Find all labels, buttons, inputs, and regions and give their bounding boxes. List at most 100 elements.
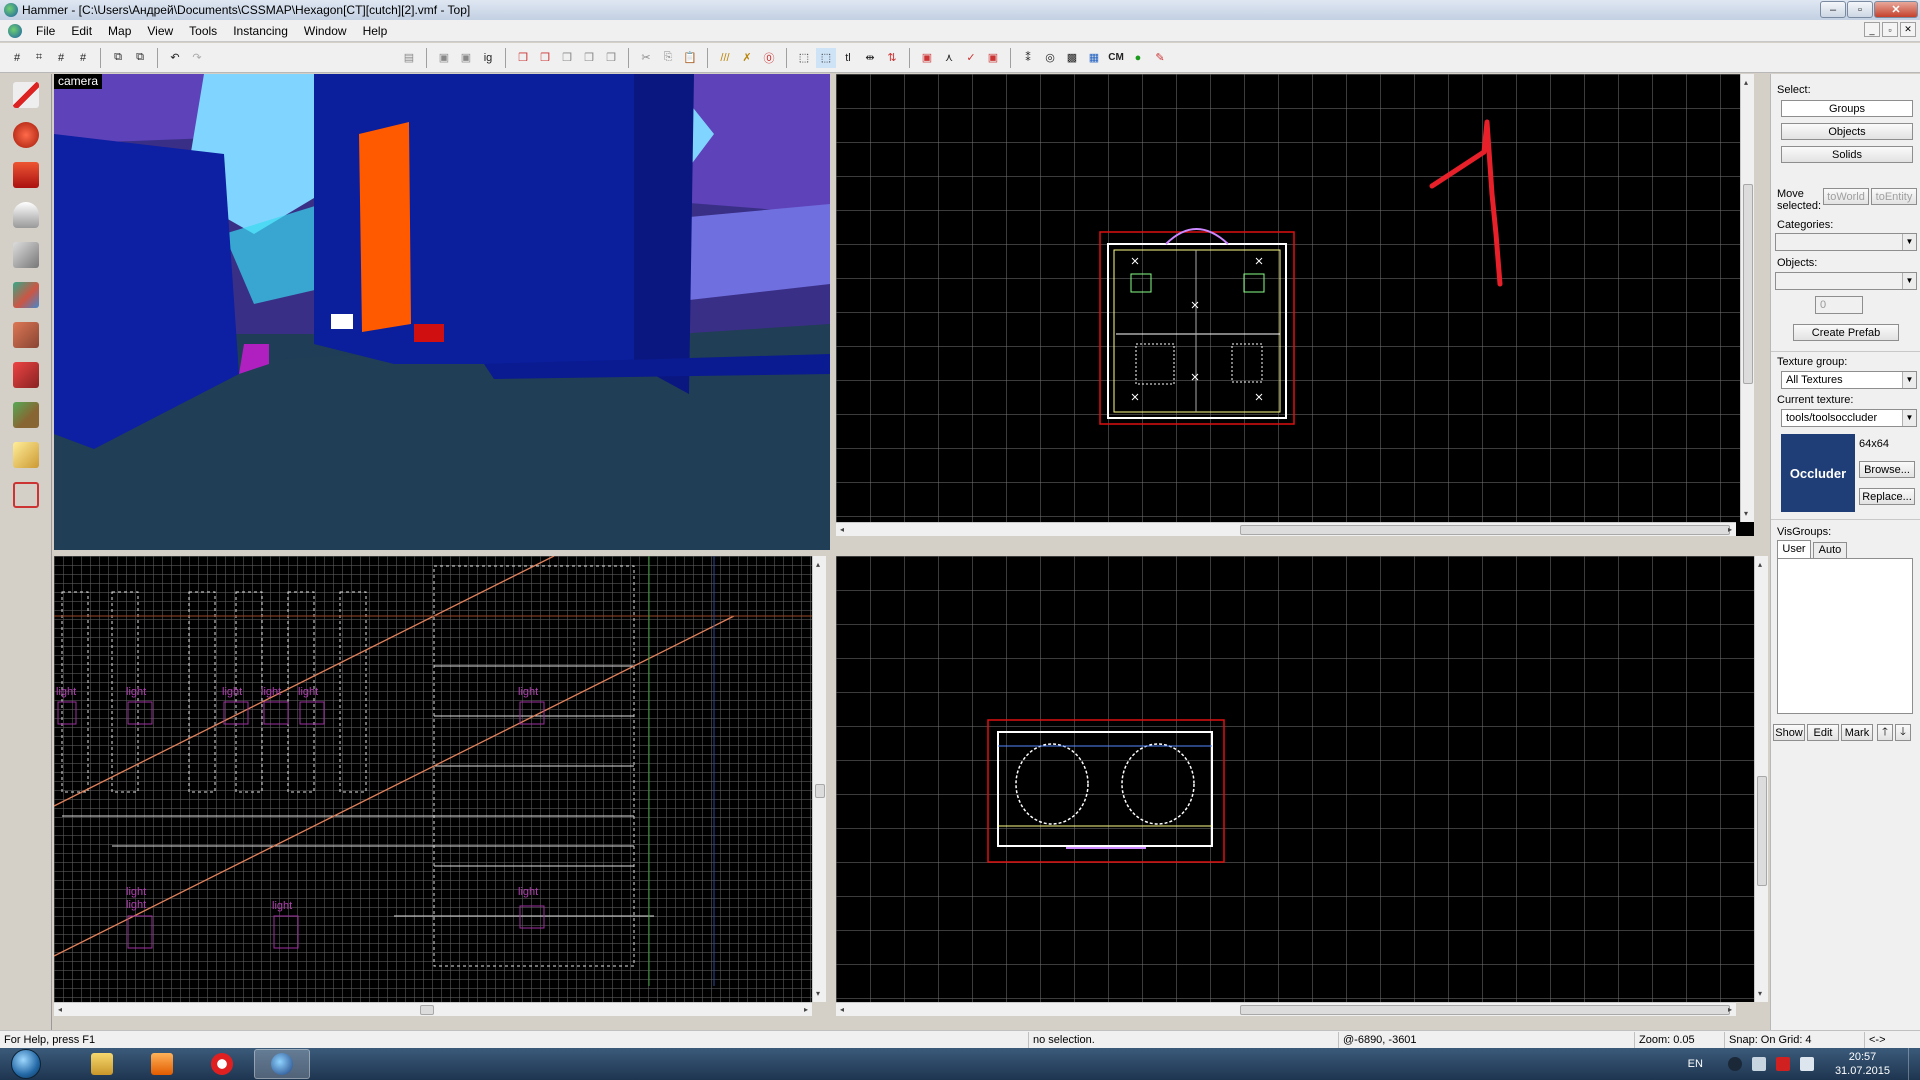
top-viewport[interactable]: ◂ ▸ ▴ ▾	[836, 74, 1754, 536]
ignore-groups-icon[interactable]: ig	[478, 48, 498, 68]
front-horizontal-scrollbar[interactable]: ◂ ▸	[836, 1002, 1736, 1016]
volume-icon[interactable]	[1799, 1057, 1814, 1071]
maximize-button[interactable]: ▫	[1847, 1, 1873, 18]
copy-icon[interactable]: ⎘	[658, 48, 678, 68]
front-viewport[interactable]	[836, 556, 1754, 1002]
select-solids-button[interactable]: Solids	[1781, 146, 1913, 163]
unhide-icon[interactable]: ▣	[456, 48, 476, 68]
document-icon[interactable]	[8, 23, 22, 38]
overlay-tool-icon[interactable]	[6, 396, 46, 434]
side-horizontal-scrollbar[interactable]: ◂ ▸	[54, 1002, 812, 1016]
create-prefab-button[interactable]: Create Prefab	[1793, 324, 1899, 341]
doc-close-button[interactable]: ✕	[1900, 22, 1916, 37]
move-up-icon[interactable]: 🡑	[1877, 724, 1893, 741]
scrollbar-thumb[interactable]	[1743, 184, 1753, 384]
draw-icon[interactable]: ✎	[1150, 48, 1170, 68]
select-box-icon[interactable]: ⬚	[794, 48, 814, 68]
taskbar-hammer[interactable]	[254, 1049, 310, 1079]
entity-tool-icon[interactable]	[6, 196, 46, 234]
entity-report-icon[interactable]: ▣	[917, 48, 937, 68]
visgroups-list[interactable]	[1777, 558, 1913, 714]
magnify-tool-icon[interactable]	[6, 116, 46, 154]
side-vertical-scrollbar[interactable]: ▴ ▾	[812, 556, 826, 1002]
menu-map[interactable]: Map	[100, 21, 139, 41]
cut-icon[interactable]: ✂	[636, 48, 656, 68]
redo-icon[interactable]: ↷	[187, 48, 207, 68]
camera-tool-icon[interactable]	[6, 156, 46, 194]
texture-scale-lock-icon[interactable]: ✗	[737, 48, 757, 68]
scrollbar-thumb[interactable]	[815, 784, 825, 798]
network-icon[interactable]	[1775, 1057, 1790, 1071]
action-center-icon[interactable]	[1751, 1057, 1766, 1071]
close-button[interactable]: ✕	[1874, 1, 1918, 18]
cubemap-icon[interactable]: ▦	[1084, 48, 1104, 68]
select-objects-button[interactable]: Objects	[1781, 123, 1913, 140]
scrollbar-thumb[interactable]	[1240, 525, 1730, 535]
start-button[interactable]	[6, 1048, 46, 1080]
tie-to-entity-icon[interactable]: tl	[838, 48, 858, 68]
minimize-button[interactable]: ‒	[1820, 1, 1846, 18]
grid-3d-icon[interactable]: ⌗	[29, 48, 49, 68]
menu-edit[interactable]: Edit	[63, 21, 100, 41]
texture-application-icon[interactable]	[6, 276, 46, 314]
visgroup-show-button[interactable]: Show	[1773, 724, 1805, 741]
decal-tool-icon[interactable]	[6, 356, 46, 394]
undo-icon[interactable]: ↶	[165, 48, 185, 68]
show-desktop-button[interactable]	[1908, 1048, 1920, 1080]
top-horizontal-scrollbar[interactable]: ◂ ▸	[836, 522, 1736, 536]
prefab-count-spinner[interactable]: 0	[1815, 296, 1863, 314]
cube-flat-icon[interactable]: ❒	[557, 48, 577, 68]
clock[interactable]: 20:57 31.07.2015	[1835, 1050, 1890, 1078]
steam-icon[interactable]	[1727, 1057, 1742, 1071]
menu-help[interactable]: Help	[355, 21, 396, 41]
cube-solid-icon[interactable]: ❒	[535, 48, 555, 68]
taskbar-explorer[interactable]	[74, 1049, 130, 1079]
grid-smaller-icon[interactable]: #	[51, 48, 71, 68]
browse-button[interactable]: Browse...	[1859, 461, 1915, 478]
check-problems-icon[interactable]: ⋏	[939, 48, 959, 68]
grid-larger-icon[interactable]: #	[73, 48, 93, 68]
current-texture-dropdown[interactable]: tools/toolsoccluder ▼	[1781, 409, 1917, 427]
taskbar-media-player[interactable]	[134, 1049, 190, 1079]
flip-vertical-icon[interactable]: ⇅	[882, 48, 902, 68]
to-world-button[interactable]: toWorld	[1823, 188, 1869, 205]
visgroup-mark-button[interactable]: Mark	[1841, 724, 1873, 741]
run-map-icon[interactable]: ●	[1128, 48, 1148, 68]
top-vertical-scrollbar[interactable]: ▴ ▾	[1740, 74, 1754, 522]
selection-tool-icon[interactable]	[6, 76, 46, 114]
radius-culling-icon[interactable]: ⓪	[759, 48, 779, 68]
menu-file[interactable]: File	[28, 21, 63, 41]
cube-wire-icon[interactable]: ❒	[513, 48, 533, 68]
model-icon[interactable]: ▩	[1062, 48, 1082, 68]
group-icon[interactable]: ⧉	[130, 48, 150, 68]
menu-window[interactable]: Window	[296, 21, 355, 41]
visgroup-edit-button[interactable]: Edit	[1807, 724, 1839, 741]
doc-restore-button[interactable]: ▫	[1882, 22, 1898, 37]
scrollbar-thumb[interactable]	[1240, 1005, 1730, 1015]
replace-button[interactable]: Replace...	[1859, 488, 1915, 505]
cm-button[interactable]: CM	[1106, 48, 1126, 68]
select-groups-button[interactable]: Groups	[1781, 100, 1913, 117]
hide-icon[interactable]: ▣	[434, 48, 454, 68]
front-vertical-scrollbar[interactable]: ▴ ▾	[1754, 556, 1768, 1002]
menu-tools[interactable]: Tools	[181, 21, 225, 41]
move-down-icon[interactable]: 🡓	[1895, 724, 1911, 741]
texture-preview[interactable]: Occluder	[1781, 434, 1855, 512]
menu-view[interactable]: View	[139, 21, 181, 41]
objects-dropdown[interactable]: ▼	[1775, 272, 1917, 290]
language-indicator[interactable]: EN	[1688, 1058, 1703, 1070]
vertex-tool-icon[interactable]	[6, 476, 46, 514]
carve-icon[interactable]: ⧉	[108, 48, 128, 68]
to-entity-button[interactable]: toEntity	[1871, 188, 1917, 205]
scrollbar-thumb[interactable]	[1757, 776, 1767, 886]
flip-horizontal-icon[interactable]: ⇹	[860, 48, 880, 68]
menu-instancing[interactable]: Instancing	[225, 21, 296, 41]
load-pointfile-icon[interactable]: ✓	[961, 48, 981, 68]
camera-viewport[interactable]: camera	[54, 74, 830, 550]
block-tool-icon[interactable]	[6, 236, 46, 274]
tab-auto[interactable]: Auto	[1813, 542, 1847, 558]
vertex-snap-icon[interactable]: ⁑	[1018, 48, 1038, 68]
paste-icon[interactable]: 📋	[680, 48, 700, 68]
grid-toggle-icon[interactable]: #	[7, 48, 27, 68]
tab-user[interactable]: User	[1777, 540, 1811, 558]
